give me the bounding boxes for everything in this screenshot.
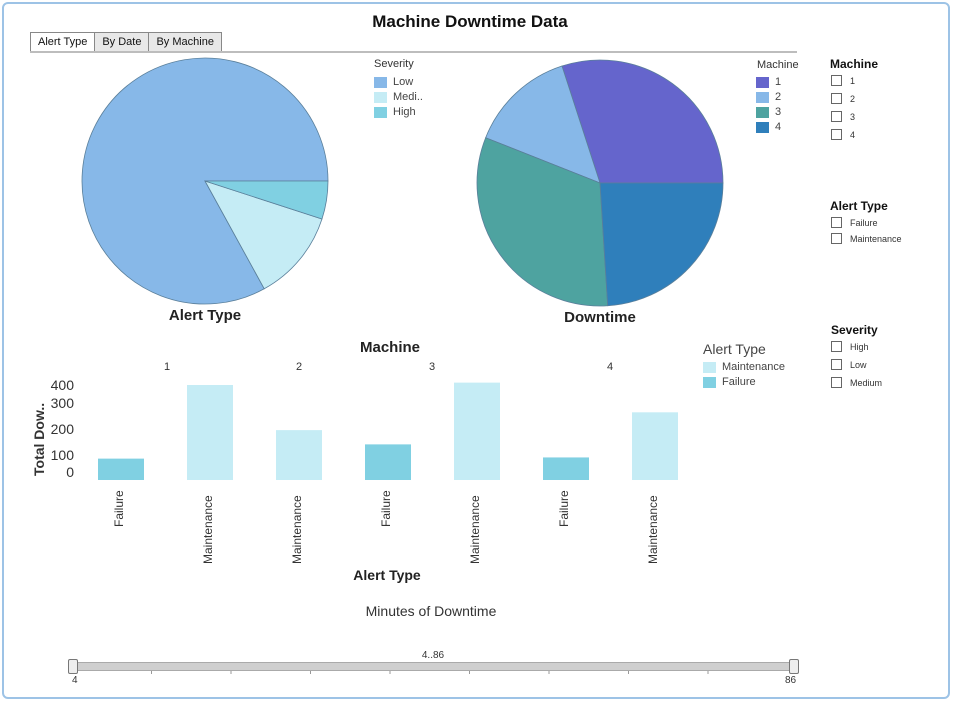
filter-alert-failure[interactable]: Failure — [831, 217, 878, 228]
legend-item-medium[interactable]: Medi.. — [374, 91, 423, 103]
bar-chart-title: Machine — [359, 339, 420, 356]
checkbox[interactable] — [831, 233, 842, 244]
machine-group-label-4: 4 — [606, 361, 614, 373]
filter-alert-maintenance[interactable]: Maintenance — [831, 233, 902, 244]
checkbox[interactable] — [831, 217, 842, 228]
legend-item-machine-2[interactable]: 2 — [756, 91, 781, 103]
tab-bar: Alert Type By Date By Machine — [30, 32, 222, 52]
bar-x-axis-label: Alert Type — [353, 567, 421, 583]
checkbox[interactable] — [831, 377, 842, 388]
pie-downtime-caption: Downtime — [564, 309, 636, 326]
legend-label: 4 — [775, 121, 782, 133]
bar-category-label: Failure — [112, 490, 126, 527]
filter-label: 1 — [850, 75, 856, 86]
slider-max-label: 86 — [785, 675, 797, 686]
filter-severity-medium[interactable]: Medium — [831, 377, 882, 388]
filter-severity-low[interactable]: Low — [831, 359, 867, 370]
legend-label: 3 — [775, 106, 782, 118]
checkbox[interactable] — [831, 359, 842, 370]
filter-severity-title: Severity — [831, 323, 878, 337]
tab-alert-type[interactable]: Alert Type — [30, 32, 96, 52]
bar-category-label: Maintenance — [468, 495, 482, 564]
filter-label: 2 — [850, 93, 856, 104]
checkbox[interactable] — [831, 341, 842, 352]
filter-severity-high[interactable]: High — [831, 341, 869, 352]
tab-by-date[interactable]: By Date — [94, 32, 150, 52]
bar-category-label: Failure — [557, 490, 571, 527]
filter-label: Medium — [850, 377, 883, 388]
slider-handle-max[interactable] — [789, 659, 799, 674]
legend-label: Low — [393, 76, 414, 88]
slider-title: Minutes of Downtime — [365, 603, 497, 619]
checkbox[interactable] — [831, 75, 842, 86]
page-title: Machine Downtime Data — [372, 12, 568, 31]
legend-item-failure[interactable]: Failure — [703, 376, 756, 388]
legend-swatch — [756, 106, 769, 118]
legend-swatch — [703, 376, 716, 388]
filter-alert-type-title: Alert Type — [830, 199, 888, 213]
legend-swatch — [756, 76, 769, 88]
filter-label: 4 — [850, 129, 856, 140]
legend-label: 2 — [775, 91, 782, 103]
pie-alert-type-caption: Alert Type — [168, 307, 242, 324]
legend-swatch — [374, 91, 387, 103]
legend-label: Failure — [722, 376, 756, 388]
filter-machine-3[interactable]: 3 — [831, 111, 855, 122]
bar-category-label: Maintenance — [290, 495, 304, 564]
tab-divider — [30, 51, 797, 53]
y-tick-label: 400 — [50, 377, 74, 393]
filter-label: High — [850, 341, 869, 352]
slider-track[interactable] — [72, 662, 798, 671]
dashboard-frame — [2, 2, 950, 699]
legend-swatch — [374, 76, 387, 88]
filter-machine-title: Machine — [830, 57, 879, 71]
machine-legend-title: Machine — [757, 59, 799, 71]
filter-label: Maintenance — [850, 233, 902, 244]
legend-item-machine-3[interactable]: 3 — [756, 106, 781, 118]
legend-label: 1 — [775, 76, 782, 88]
bar-category-label: Maintenance — [646, 495, 660, 564]
legend-item-machine-1[interactable]: 1 — [756, 76, 781, 88]
severity-legend-title: Severity — [374, 58, 414, 70]
legend-swatch — [756, 121, 769, 133]
legend-swatch — [756, 91, 769, 103]
legend-label: Maintenance — [722, 361, 785, 373]
legend-item-low[interactable]: Low — [374, 76, 413, 88]
filter-machine-2[interactable]: 2 — [831, 93, 855, 104]
filter-machine-1[interactable]: 1 — [831, 75, 855, 86]
checkbox[interactable] — [831, 93, 842, 104]
bar-category-label: Maintenance — [201, 495, 215, 564]
machine-group-label-1: 1 — [163, 361, 171, 373]
slider-min-label: 4 — [72, 675, 78, 686]
filter-machine-4[interactable]: 4 — [831, 129, 855, 140]
legend-swatch — [703, 361, 716, 373]
legend-item-maintenance[interactable]: Maintenance — [703, 361, 785, 373]
bar-y-axis-label: Total Dow.. — [31, 402, 47, 476]
legend-label: Medi.. — [393, 91, 423, 103]
filter-label: Failure — [850, 217, 878, 228]
checkbox[interactable] — [831, 129, 842, 140]
filter-label: Low — [850, 359, 867, 370]
machine-group-label-3: 3 — [428, 361, 436, 373]
filter-label: 3 — [850, 111, 856, 122]
legend-swatch — [374, 106, 387, 118]
legend-item-machine-4[interactable]: 4 — [756, 121, 781, 133]
tab-by-machine[interactable]: By Machine — [148, 32, 222, 52]
checkbox[interactable] — [831, 111, 842, 122]
bar-category-label: Failure — [379, 490, 393, 527]
machine-group-label-2: 2 — [295, 361, 303, 373]
legend-item-high[interactable]: High — [374, 106, 416, 118]
legend-label: High — [393, 106, 416, 118]
bar-legend-title: Alert Type — [703, 341, 766, 357]
slider-range-label: 4..86 — [421, 650, 445, 661]
slider-handle-min[interactable] — [68, 659, 78, 674]
